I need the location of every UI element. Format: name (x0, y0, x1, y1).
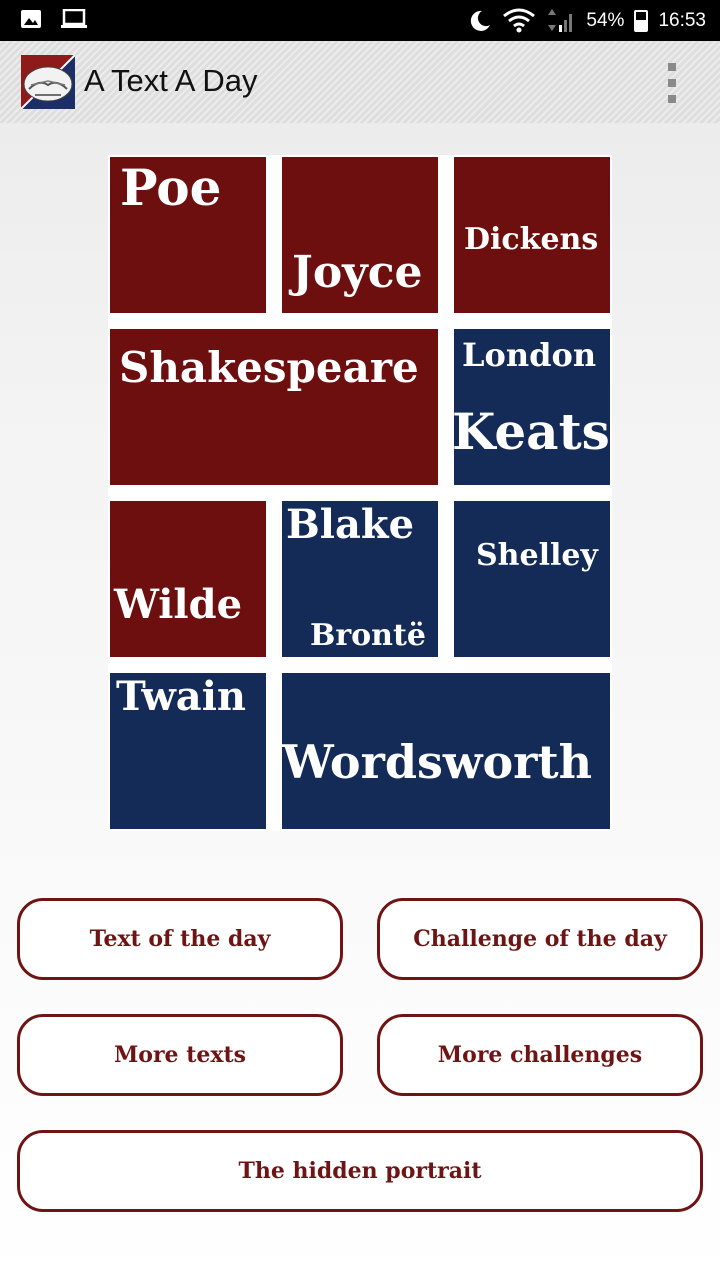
overflow-menu-icon[interactable] (662, 63, 682, 103)
app-title: A Text A Day (84, 63, 258, 98)
wifi-icon (503, 8, 536, 32)
collage-tile: Wilde (110, 501, 266, 657)
collage-tile: Shelley (454, 501, 610, 657)
text-of-the-day-button[interactable]: Text of the day (17, 898, 343, 980)
collage-tile: Shakespeare (110, 329, 438, 485)
collage-tile: Blake Brontë (282, 501, 438, 657)
collage-tile: Poe (110, 157, 266, 313)
collage-tile: London Keats (454, 329, 610, 485)
moon-icon (471, 10, 491, 31)
status-bar: 54% 16:53 (0, 0, 720, 41)
collage-tile: Dickens (454, 157, 610, 313)
tile-label: Shakespeare (119, 343, 419, 392)
laptop-icon (61, 9, 87, 28)
battery-percent: 54% (586, 9, 625, 31)
book-logo-icon[interactable] (21, 55, 75, 109)
tile-label: Poe (120, 158, 222, 217)
tile-label: Shelley (476, 538, 598, 573)
image-icon (21, 10, 41, 28)
more-texts-button[interactable]: More texts (17, 1014, 343, 1096)
tile-label: Joyce (292, 247, 423, 298)
tile-label: Keats (454, 402, 610, 461)
author-collage-image: Poe Joyce Dickens Shakespeare London Kea… (108, 155, 612, 831)
challenge-of-the-day-button[interactable]: Challenge of the day (377, 898, 703, 980)
tile-label: Wilde (114, 581, 243, 628)
tile-label: Blake (286, 501, 415, 548)
battery-icon (634, 9, 649, 32)
hidden-portrait-button[interactable]: The hidden portrait (17, 1130, 703, 1212)
app-bar: A Text A Day (0, 41, 720, 123)
tile-label: London (462, 336, 597, 374)
clock: 16:53 (658, 9, 706, 31)
collage-tile: Wordsworth (282, 673, 610, 829)
collage-tile: Joyce (282, 157, 438, 313)
tile-label: Dickens (464, 222, 599, 257)
tile-label: Twain (116, 673, 246, 720)
signal-icon (548, 8, 573, 32)
collage-tile: Twain (110, 673, 266, 829)
tile-label: Brontë (310, 618, 426, 653)
more-challenges-button[interactable]: More challenges (377, 1014, 703, 1096)
tile-label: Wordsworth (282, 735, 593, 789)
